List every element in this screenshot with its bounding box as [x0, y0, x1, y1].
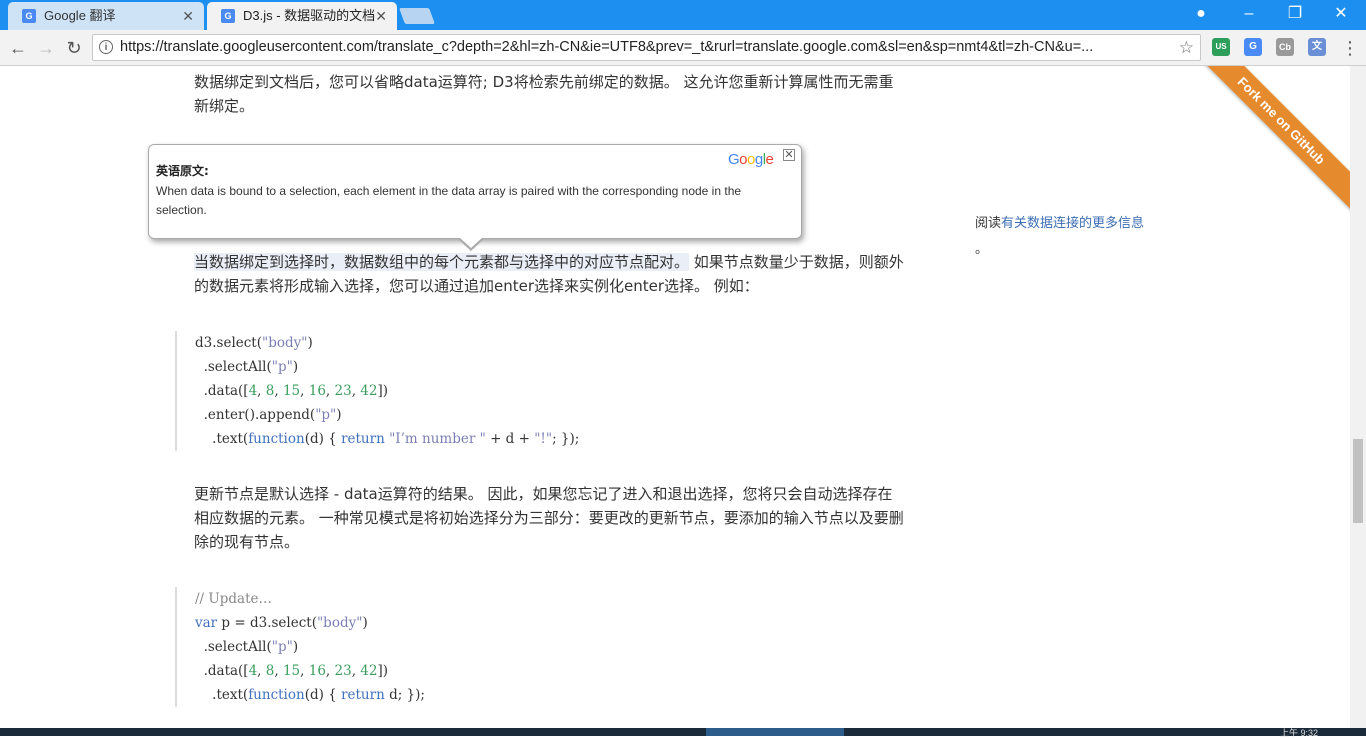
minimize-button[interactable]: – — [1226, 0, 1272, 30]
google-logo: Google — [728, 151, 774, 168]
code-block-enter: d3.select("body") .selectAll("p") .data(… — [175, 331, 579, 451]
vertical-scrollbar[interactable] — [1350, 66, 1366, 728]
code-line: .enter().append("p") — [195, 407, 342, 423]
tab-google-translate[interactable]: G Google 翻译 ✕ — [8, 2, 204, 30]
tab-d3js[interactable]: G D3.js - 数据驱动的文档 ✕ — [207, 2, 397, 30]
menu-icon[interactable]: ⋮ — [1338, 36, 1362, 60]
google-translate-favicon-icon: G — [22, 9, 36, 23]
close-tab-icon[interactable]: ✕ — [182, 2, 194, 30]
sidebar-read-more: 阅读有关数据连接的更多信息 — [975, 212, 1144, 231]
code-line: d3.select("body") — [195, 335, 313, 351]
cb-extension-icon[interactable]: Cb — [1276, 38, 1294, 56]
data-join-link[interactable]: 有关数据连接的更多信息 — [1001, 216, 1144, 231]
translation-original-tooltip: 英语原文: When data is bound to a selection,… — [148, 144, 802, 251]
code-line: .selectAll("p") — [195, 639, 299, 655]
bookmark-star-icon[interactable]: ☆ — [1179, 35, 1194, 60]
close-tab-icon[interactable]: ✕ — [375, 2, 387, 30]
read-prefix: 阅读 — [975, 216, 1002, 231]
paragraph-update-selection: 更新节点是默认选择 - data运算符的结果。 因此，如果您忘记了进入和退出选择… — [194, 485, 904, 551]
fork-me-on-github-link[interactable]: Fork me on GitHub — [1200, 66, 1350, 216]
restore-button[interactable]: ❐ — [1272, 0, 1318, 30]
tab-title: D3.js - 数据驱动的文档 — [243, 8, 376, 23]
code-line: .text(function(d) { return d; }); — [195, 687, 425, 703]
scrollbar-thumb[interactable] — [1353, 439, 1363, 523]
new-tab-button[interactable] — [399, 8, 435, 24]
profile-icon[interactable]: ● — [1178, 0, 1224, 30]
address-bar[interactable]: i https://translate.googleusercontent.co… — [92, 34, 1201, 61]
tab-title: Google 翻译 — [44, 8, 116, 23]
translate-extension-icon[interactable]: US — [1212, 38, 1230, 56]
url-text: https://translate.googleusercontent.com/… — [120, 39, 1094, 55]
info-icon[interactable]: i — [99, 40, 113, 54]
code-line: .data([4, 8, 15, 16, 23, 42]) — [195, 383, 389, 399]
windows-taskbar: 上午 9:32 — [0, 728, 1366, 738]
code-line: .selectAll("p") — [195, 359, 299, 375]
code-line: .text(function(d) { return "I’m number "… — [195, 431, 580, 447]
github-ribbon[interactable]: Fork me on GitHub — [1200, 66, 1350, 216]
forward-arrow-icon[interactable]: → — [34, 36, 58, 60]
tab-strip: G Google 翻译 ✕ G D3.js - 数据驱动的文档 ✕ ● – ❐ … — [0, 0, 1366, 30]
browser-toolbar: ← → ↻ i https://translate.googleusercont… — [0, 30, 1366, 66]
code-line: var p = d3.select("body") — [195, 615, 368, 631]
tooltip-label: 英语原文: — [156, 164, 209, 178]
google-translate-favicon-icon: G — [221, 9, 235, 23]
reload-icon[interactable]: ↻ — [62, 36, 86, 60]
cb-label: Cb — [1279, 42, 1291, 52]
tooltip-pointer-inner — [459, 237, 483, 248]
paragraph-data-binding: 数据绑定到文档后，您可以省略data运算符; D3将检索先前绑定的数据。 这允许… — [194, 73, 894, 115]
highlighted-sentence[interactable]: 当数据绑定到选择时，数据数组中的每个元素都与选择中的对应节点配对。 — [194, 253, 690, 271]
translate-text-icon[interactable]: 文 — [1308, 38, 1326, 56]
code-block-update: // Update… var p = d3.select("body") .sel… — [175, 587, 425, 707]
original-english-text: When data is bound to a selection, each … — [156, 184, 742, 217]
us-badge: US — [1215, 42, 1227, 51]
back-arrow-icon[interactable]: ← — [6, 36, 30, 60]
paragraph-enter-selection: 当数据绑定到选择时，数据数组中的每个元素都与选择中的对应节点配对。 如果节点数量… — [194, 250, 906, 298]
google-translate-icon[interactable]: G — [1244, 38, 1262, 56]
close-window-button[interactable]: ✕ — [1318, 0, 1364, 30]
taskbar-active-app[interactable] — [706, 728, 844, 736]
sidebar-period: 。 — [975, 241, 989, 256]
code-comment: // Update… — [195, 591, 273, 607]
code-line: .data([4, 8, 15, 16, 23, 42]) — [195, 663, 389, 679]
close-tooltip-icon[interactable]: ✕ — [783, 149, 795, 161]
taskbar-clock: 上午 9:32 — [1280, 728, 1319, 738]
